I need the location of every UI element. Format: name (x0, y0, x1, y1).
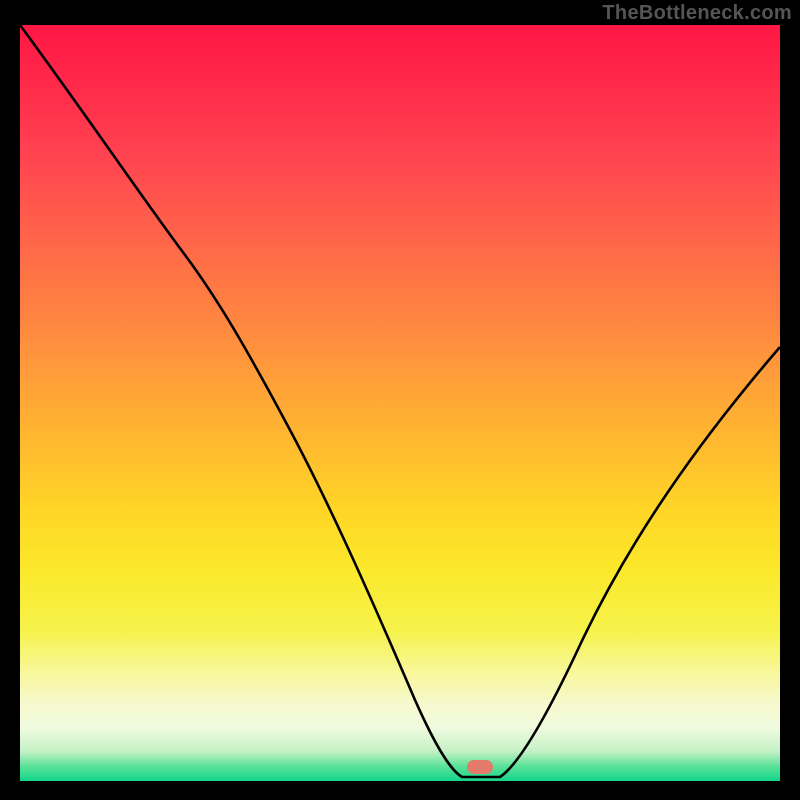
curve-svg (20, 25, 780, 781)
watermark-text: TheBottleneck.com (602, 2, 792, 25)
optimal-marker (467, 760, 493, 774)
chart-frame: TheBottleneck.com (0, 0, 800, 800)
plot-area (20, 25, 780, 781)
bottleneck-curve (20, 25, 780, 777)
